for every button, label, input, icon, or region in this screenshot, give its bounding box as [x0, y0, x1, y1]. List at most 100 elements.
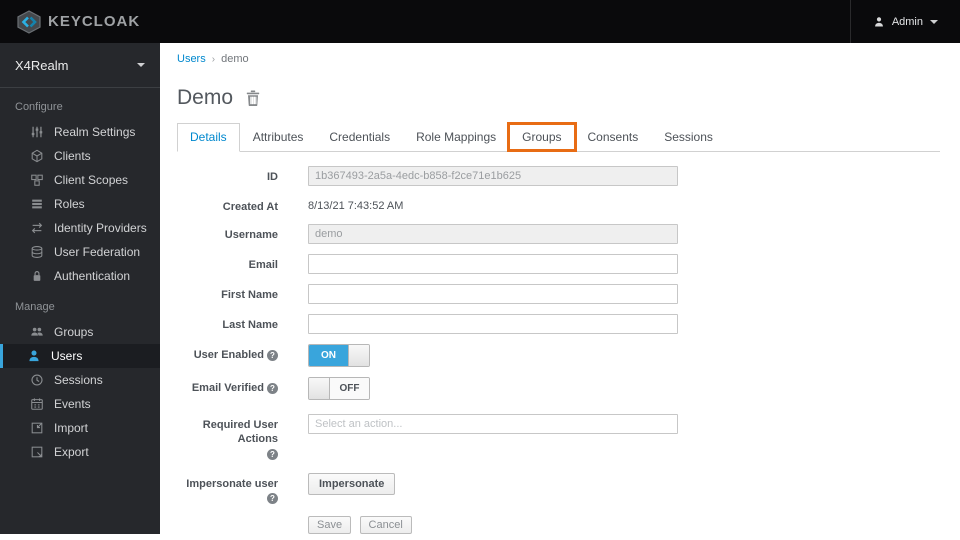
last-name-label: Last Name — [222, 319, 278, 331]
help-icon[interactable]: ? — [267, 383, 278, 394]
help-icon[interactable]: ? — [267, 350, 278, 361]
tab-label: Role Mappings — [416, 130, 497, 144]
user-enabled-label: User Enabled? — [178, 344, 278, 362]
tab-label: Consents — [587, 130, 639, 144]
id-label: ID — [267, 171, 278, 183]
main-content: Users › demo Demo Details Attributes Cre… — [160, 43, 960, 540]
export-icon — [30, 445, 44, 459]
tab-credentials[interactable]: Credentials — [316, 123, 403, 151]
email-verified-toggle[interactable]: OFF — [308, 377, 370, 400]
tab-label: Groups — [522, 130, 562, 144]
sidebar-item-sessions[interactable]: Sessions — [0, 368, 160, 392]
toggle-handle — [348, 345, 369, 366]
exchange-arrows-icon — [30, 221, 44, 235]
tab-attributes[interactable]: Attributes — [240, 123, 317, 151]
tab-label: Sessions — [664, 130, 713, 144]
sidebar-item-label: Realm Settings — [54, 125, 136, 139]
breadcrumb-separator: › — [211, 53, 216, 65]
top-navbar: KEYCLOAK Admin — [0, 0, 960, 43]
breadcrumb-users-link[interactable]: Users — [177, 53, 206, 65]
import-icon — [30, 421, 44, 435]
clock-icon — [30, 373, 44, 387]
chevron-down-icon — [930, 19, 938, 24]
sidebar-item-label: Clients — [54, 149, 91, 163]
user-icon — [27, 349, 41, 363]
tab-details[interactable]: Details — [177, 123, 240, 152]
sidebar-item-events[interactable]: Events — [0, 392, 160, 416]
calendar-icon — [30, 397, 44, 411]
sidebar-item-import[interactable]: Import — [0, 416, 160, 440]
toggle-on-label: ON — [309, 345, 348, 366]
email-label: Email — [248, 259, 278, 271]
sidebar-item-export[interactable]: Export — [0, 440, 160, 464]
sidebar-item-users[interactable]: Users — [0, 344, 160, 368]
tab-role-mappings[interactable]: Role Mappings — [403, 123, 509, 151]
first-name-field[interactable] — [308, 284, 678, 304]
sidebar-item-label: Sessions — [54, 373, 103, 387]
sidebar-item-label: Events — [54, 397, 91, 411]
save-button[interactable]: Save — [308, 516, 352, 534]
actions-spacer — [178, 515, 278, 519]
user-tabs: Details Attributes Credentials Role Mapp… — [177, 122, 940, 152]
sidebar-item-user-federation[interactable]: User Federation — [0, 240, 160, 264]
tab-groups[interactable]: Groups — [507, 122, 577, 152]
sidebar-item-label: Groups — [54, 325, 94, 339]
sliders-icon — [30, 125, 44, 139]
lock-icon — [30, 269, 44, 283]
breadcrumb: Users › demo — [177, 53, 960, 65]
delete-user-button[interactable] — [246, 90, 260, 106]
tab-sessions[interactable]: Sessions — [651, 123, 726, 151]
page-title: Demo — [177, 86, 234, 109]
section-label-configure: Configure — [15, 101, 63, 113]
toggle-handle — [309, 378, 330, 399]
tab-consents[interactable]: Consents — [575, 123, 652, 151]
person-icon — [873, 16, 885, 28]
realm-selector[interactable]: X4Realm — [0, 43, 160, 88]
cube-icon — [30, 149, 44, 163]
keycloak-logo-icon — [16, 9, 42, 34]
first-name-label: First Name — [221, 289, 278, 301]
section-label-manage: Manage — [15, 301, 55, 313]
sidebar-item-label: Roles — [54, 197, 85, 211]
sidebar-item-label: Import — [54, 421, 89, 435]
help-icon[interactable]: ? — [267, 449, 278, 460]
impersonate-user-label: Impersonate user? — [186, 478, 278, 504]
sidebar-item-client-scopes[interactable]: Client Scopes — [0, 168, 160, 192]
username-label: Username — [224, 229, 278, 241]
email-field[interactable] — [308, 254, 678, 274]
admin-user-menu[interactable]: Admin — [849, 0, 960, 43]
impersonate-button[interactable]: Impersonate — [308, 473, 396, 495]
email-verified-label: Email Verified? — [178, 377, 278, 395]
sidebar: X4Realm Configure Realm Settings Clients… — [0, 43, 160, 534]
required-user-actions-select[interactable] — [308, 414, 678, 434]
sidebar-item-label: Client Scopes — [54, 173, 129, 187]
sidebar-item-label: Authentication — [54, 269, 131, 283]
sidebar-item-groups[interactable]: Groups — [0, 320, 160, 344]
username-field — [308, 224, 678, 244]
keycloak-admin-console: KEYCLOAK Admin X4Realm Configure Realm S… — [0, 0, 960, 540]
tab-label: Attributes — [252, 130, 304, 144]
cubes-icon — [30, 173, 44, 187]
help-icon[interactable]: ? — [267, 493, 278, 504]
created-at-label: Created At — [222, 201, 278, 213]
sidebar-item-authentication[interactable]: Authentication — [0, 264, 160, 288]
tab-label: Details — [190, 130, 227, 144]
user-enabled-toggle[interactable]: ON — [308, 344, 370, 367]
breadcrumb-current: demo — [221, 53, 249, 65]
last-name-field[interactable] — [308, 314, 678, 334]
sidebar-item-label: User Federation — [54, 245, 141, 259]
required-user-actions-label: Required User Actions? — [202, 419, 278, 460]
sidebar-item-roles[interactable]: Roles — [0, 192, 160, 216]
sidebar-item-identity-providers[interactable]: Identity Providers — [0, 216, 160, 240]
database-icon — [30, 245, 44, 259]
admin-label: Admin — [891, 15, 923, 28]
keycloak-logo[interactable]: KEYCLOAK — [0, 9, 141, 34]
tab-label: Credentials — [329, 130, 391, 144]
user-details-form: ID Created At 8/13/21 7:43:52 AM Usernam… — [160, 166, 960, 534]
sidebar-item-realm-settings[interactable]: Realm Settings — [0, 120, 160, 144]
chevron-down-icon — [137, 63, 145, 67]
sidebar-item-label: Export — [54, 445, 89, 459]
sidebar-item-clients[interactable]: Clients — [0, 144, 160, 168]
cancel-button[interactable]: Cancel — [359, 516, 412, 534]
brand-text: KEYCLOAK — [48, 13, 141, 30]
